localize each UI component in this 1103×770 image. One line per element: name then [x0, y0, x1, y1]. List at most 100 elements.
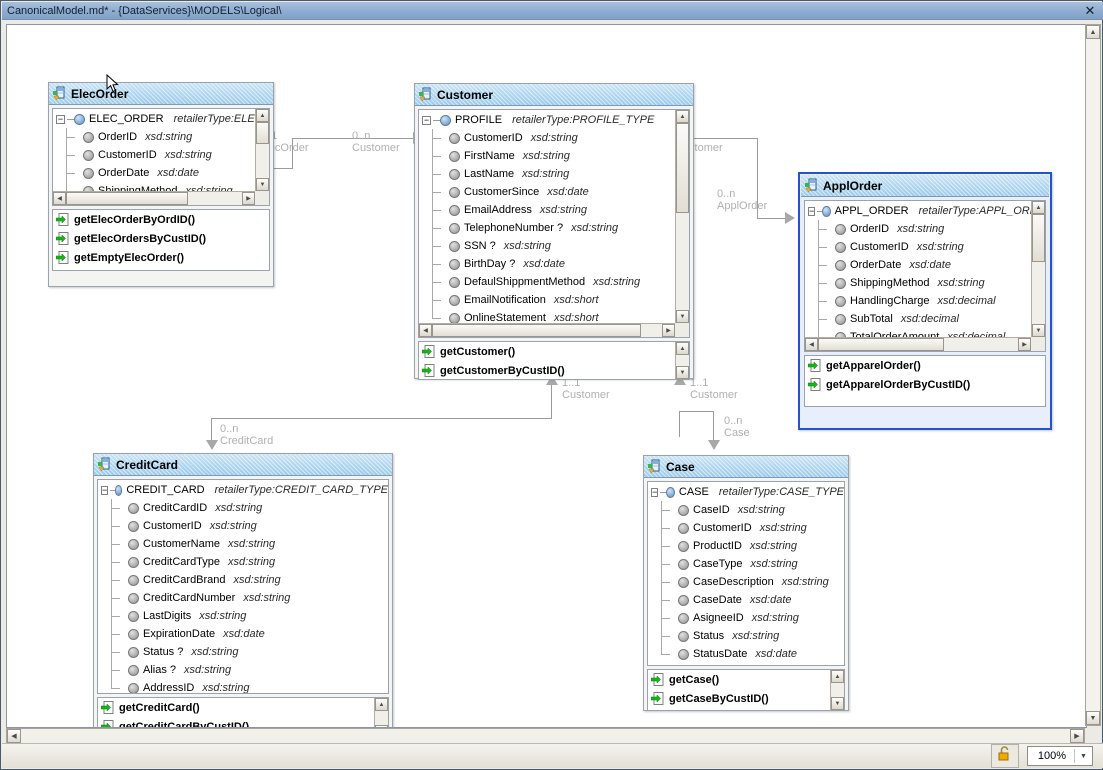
- entity-tree-customer[interactable]: − PROFILE retailerType:PROFILE_TYPE Cust…: [418, 109, 690, 338]
- methods-pane-customer[interactable]: getCustomer() getCustomerByCustID() ▲ ▼: [418, 341, 690, 380]
- scroll-up-arrow-icon[interactable]: ▲: [676, 342, 689, 355]
- tree-horizontal-scrollbar[interactable]: ◀ ▶: [419, 323, 689, 337]
- scroll-left-arrow-icon[interactable]: ◀: [7, 729, 21, 743]
- collapse-expander-icon[interactable]: −: [56, 115, 65, 124]
- entity-creditcard[interactable]: CreditCard − CREDIT_CARD retailerType:CR…: [93, 453, 393, 728]
- scroll-down-arrow-icon[interactable]: ▼: [1032, 324, 1045, 337]
- scroll-up-arrow-icon[interactable]: ▲: [256, 109, 269, 122]
- tree-field-row[interactable]: OrderDate xsd:date: [65, 164, 269, 182]
- tree-field-row[interactable]: ProductIDxsd:string: [660, 537, 844, 555]
- entity-applorder[interactable]: ApplOrder − APPL_ORDER retailerType:APPL…: [798, 172, 1052, 430]
- tree-field-row[interactable]: HandlingChargexsd:decimal: [817, 292, 1045, 310]
- tree-field-row[interactable]: SSN ?xsd:string: [431, 237, 689, 255]
- tree-field-row[interactable]: CreditCardBrandxsd:string: [110, 571, 388, 589]
- tree-field-row[interactable]: Statusxsd:string: [660, 627, 844, 645]
- entity-elecorder[interactable]: ElecOrder − ELEC_ORDER retailerType:ELEC…: [48, 82, 274, 287]
- scroll-down-arrow-icon[interactable]: ▼: [831, 697, 844, 710]
- tree-field-row[interactable]: OrderDatexsd:date: [817, 256, 1045, 274]
- methods-pane-elecorder[interactable]: getElecOrderByOrdID() getElecOrdersByCus…: [52, 209, 270, 271]
- tree-root-node[interactable]: − CASE retailerType:CASE_TYPE: [648, 483, 844, 501]
- scroll-up-arrow-icon[interactable]: ▲: [1086, 25, 1100, 39]
- method-row[interactable]: getEmptyElecOrder(): [53, 248, 269, 267]
- method-row[interactable]: getCaseByCustID(): [648, 689, 844, 708]
- tree-field-row[interactable]: Alias ?xsd:string: [110, 661, 388, 679]
- scroll-track[interactable]: [1086, 39, 1100, 711]
- method-row[interactable]: getElecOrdersByCustID(): [53, 229, 269, 248]
- tree-field-row[interactable]: ExpirationDatexsd:date: [110, 625, 388, 643]
- entity-header-creditcard[interactable]: CreditCard: [94, 454, 392, 476]
- method-row[interactable]: getCustomerByCustID(): [419, 361, 689, 380]
- lock-toggle-button[interactable]: [991, 744, 1019, 768]
- method-row[interactable]: getCreditCardByCustID(): [98, 717, 388, 728]
- scroll-up-arrow-icon[interactable]: ▲: [831, 670, 844, 683]
- chevron-down-icon[interactable]: ▼: [1075, 748, 1092, 764]
- entity-customer[interactable]: Customer − PROFILE retailerType:PROFILE_…: [414, 83, 694, 379]
- tree-field-row[interactable]: StatusDatexsd:date: [660, 645, 844, 663]
- scroll-up-arrow-icon[interactable]: ▲: [1032, 201, 1045, 214]
- tree-field-row[interactable]: CaseTypexsd:string: [660, 555, 844, 573]
- zoom-select[interactable]: 100% ▼: [1027, 746, 1093, 766]
- tree-field-row[interactable]: CustomerID xsd:string: [65, 146, 269, 164]
- scroll-up-arrow-icon[interactable]: ▲: [676, 110, 689, 123]
- tree-field-row[interactable]: AddressIDxsd:string: [110, 679, 388, 693]
- entity-tree-elecorder[interactable]: − ELEC_ORDER retailerType:ELEC_ OrderID …: [52, 108, 270, 206]
- tree-field-row[interactable]: CaseDatexsd:date: [660, 591, 844, 609]
- entity-header-applorder[interactable]: ApplOrder: [801, 175, 1049, 197]
- tree-vertical-scrollbar[interactable]: ▲ ▼: [675, 110, 689, 323]
- tree-field-row[interactable]: FirstNamexsd:string: [431, 147, 689, 165]
- methods-pane-case[interactable]: getCase() getCaseByCustID() ▲ ▼: [647, 669, 845, 711]
- tree-field-row[interactable]: TelephoneNumber ?xsd:string: [431, 219, 689, 237]
- tree-field-row[interactable]: DefaulShippmentMethodxsd:string: [431, 273, 689, 291]
- scroll-left-arrow-icon[interactable]: ◀: [419, 324, 432, 337]
- tree-field-row[interactable]: CreditCardTypexsd:string: [110, 553, 388, 571]
- scroll-thumb[interactable]: [1032, 214, 1045, 262]
- entity-case[interactable]: Case − CASE retailerType:CASE_TYPE CaseI…: [643, 455, 849, 711]
- tree-field-row[interactable]: CustomerIDxsd:string: [110, 517, 388, 535]
- scroll-down-arrow-icon[interactable]: ▼: [676, 366, 689, 379]
- tree-root-node[interactable]: − ELEC_ORDER retailerType:ELEC_: [53, 110, 269, 128]
- diagram-canvas[interactable]: 1..1 ElecOrder 0..n Customer 1..1 Custom…: [6, 24, 1087, 728]
- method-row[interactable]: getElecOrderByOrdID(): [53, 210, 269, 229]
- tree-horizontal-scrollbar[interactable]: ◀ ▶: [805, 337, 1045, 351]
- scroll-thumb[interactable]: [676, 123, 689, 213]
- methods-pane-applorder[interactable]: getApparelOrder() getApparelOrderByCustI…: [804, 355, 1046, 407]
- tree-field-row[interactable]: CustomerIDxsd:string: [817, 238, 1045, 256]
- scroll-thumb[interactable]: [256, 122, 269, 144]
- canvas-vertical-scrollbar[interactable]: ▲ ▼: [1085, 24, 1101, 726]
- tree-field-row[interactable]: CustomerSincexsd:date: [431, 183, 689, 201]
- scroll-down-arrow-icon[interactable]: ▼: [1086, 711, 1100, 725]
- method-row[interactable]: getCreditCard(): [98, 698, 388, 717]
- close-button[interactable]: ✕: [1077, 3, 1103, 19]
- tree-vertical-scrollbar[interactable]: ▲ ▼: [255, 109, 269, 191]
- tree-field-row[interactable]: CustomerIDxsd:string: [660, 519, 844, 537]
- tree-root-node[interactable]: − APPL_ORDER retailerType:APPL_ORDE: [805, 202, 1045, 220]
- tree-field-row[interactable]: EmailAddressxsd:string: [431, 201, 689, 219]
- tree-horizontal-scrollbar[interactable]: ◀ ▶: [53, 191, 269, 205]
- tree-field-row[interactable]: SubTotalxsd:decimal: [817, 310, 1045, 328]
- tree-field-row[interactable]: CaseDescriptionxsd:string: [660, 573, 844, 591]
- tree-field-row[interactable]: CaseIDxsd:string: [660, 501, 844, 519]
- scroll-down-arrow-icon[interactable]: ▼: [256, 178, 269, 191]
- collapse-expander-icon[interactable]: −: [808, 207, 815, 216]
- methods-pane-creditcard[interactable]: getCreditCard() getCreditCardByCustID() …: [97, 697, 389, 728]
- tree-field-row[interactable]: LastNamexsd:string: [431, 165, 689, 183]
- entity-header-customer[interactable]: Customer: [415, 84, 693, 106]
- scroll-left-arrow-icon[interactable]: ◀: [805, 338, 818, 351]
- tree-field-row[interactable]: CustomerNamexsd:string: [110, 535, 388, 553]
- methods-vertical-scrollbar[interactable]: ▲ ▼: [830, 670, 844, 710]
- tree-field-row[interactable]: BirthDay ?xsd:date: [431, 255, 689, 273]
- scroll-left-arrow-icon[interactable]: ◀: [53, 192, 66, 205]
- tree-field-row[interactable]: CreditCardIDxsd:string: [110, 499, 388, 517]
- method-row[interactable]: getCase(): [648, 670, 844, 689]
- tree-field-row[interactable]: OrderID xsd:string: [65, 128, 269, 146]
- methods-vertical-scrollbar[interactable]: ▲ ▼: [374, 698, 388, 728]
- tree-root-node[interactable]: − PROFILE retailerType:PROFILE_TYPE: [419, 111, 689, 129]
- method-row[interactable]: getApparelOrderByCustID(): [805, 375, 1045, 394]
- scroll-thumb[interactable]: [818, 338, 944, 351]
- scroll-up-arrow-icon[interactable]: ▲: [375, 698, 388, 711]
- scroll-down-arrow-icon[interactable]: ▼: [676, 310, 689, 323]
- tree-field-row[interactable]: AsigneeIDxsd:string: [660, 609, 844, 627]
- scroll-thumb[interactable]: [66, 192, 188, 205]
- tree-field-row[interactable]: OrderIDxsd:string: [817, 220, 1045, 238]
- tree-field-row[interactable]: Status ?xsd:string: [110, 643, 388, 661]
